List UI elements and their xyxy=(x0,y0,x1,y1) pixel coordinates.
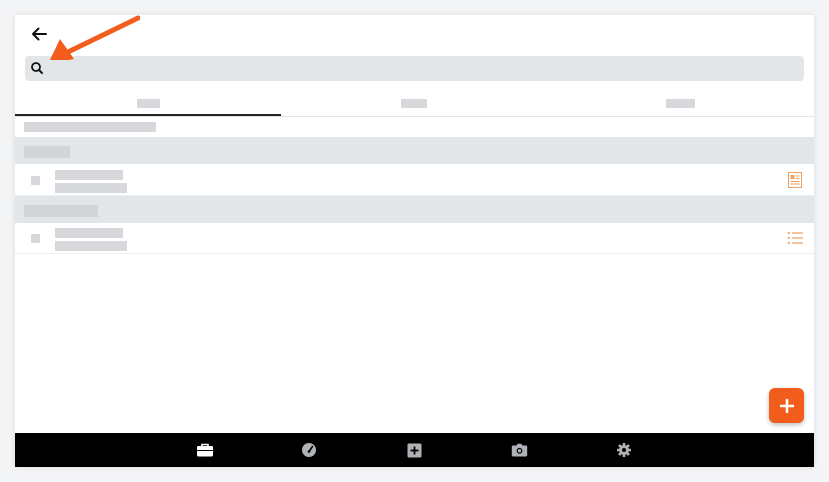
item-subtitle xyxy=(55,183,127,193)
item-checkbox[interactable] xyxy=(31,176,40,185)
gear-icon xyxy=(617,443,631,457)
nav-settings[interactable] xyxy=(608,433,640,467)
list-item[interactable] xyxy=(15,223,814,254)
tabs-divider xyxy=(15,116,814,117)
nav-camera[interactable] xyxy=(503,433,535,467)
tab-1-label xyxy=(136,98,160,108)
camera-icon xyxy=(511,443,527,457)
item-title xyxy=(55,170,123,180)
search-icon xyxy=(31,62,43,74)
briefcase-icon xyxy=(197,443,213,457)
tab-1[interactable] xyxy=(15,90,281,116)
section-header xyxy=(15,196,814,223)
document-icon xyxy=(788,172,802,188)
search-input[interactable] xyxy=(49,56,803,83)
nav-create[interactable] xyxy=(398,433,430,467)
arrow-left-icon xyxy=(32,27,47,41)
gauge-icon xyxy=(302,443,316,457)
item-checkbox[interactable] xyxy=(31,234,40,243)
item-subtitle xyxy=(55,241,127,251)
section-title xyxy=(24,146,70,158)
search-bar[interactable] xyxy=(25,56,804,83)
section-header xyxy=(15,137,814,164)
item-title xyxy=(55,228,123,238)
nav-projects[interactable] xyxy=(189,433,221,467)
list-icon xyxy=(787,231,803,245)
plus-square-icon xyxy=(407,443,421,457)
results-summary xyxy=(24,122,156,132)
tab-2[interactable] xyxy=(281,90,547,116)
tab-2-label xyxy=(401,98,427,108)
add-button[interactable] xyxy=(769,388,804,423)
nav-dashboard[interactable] xyxy=(293,433,325,467)
app-screen xyxy=(15,15,814,467)
plus-icon xyxy=(779,398,794,413)
tab-3-label xyxy=(665,98,695,108)
tab-3[interactable] xyxy=(547,90,813,116)
section-title xyxy=(24,205,98,217)
bottom-navigation xyxy=(15,433,814,467)
list-item[interactable] xyxy=(15,165,814,196)
back-button[interactable] xyxy=(27,23,51,45)
